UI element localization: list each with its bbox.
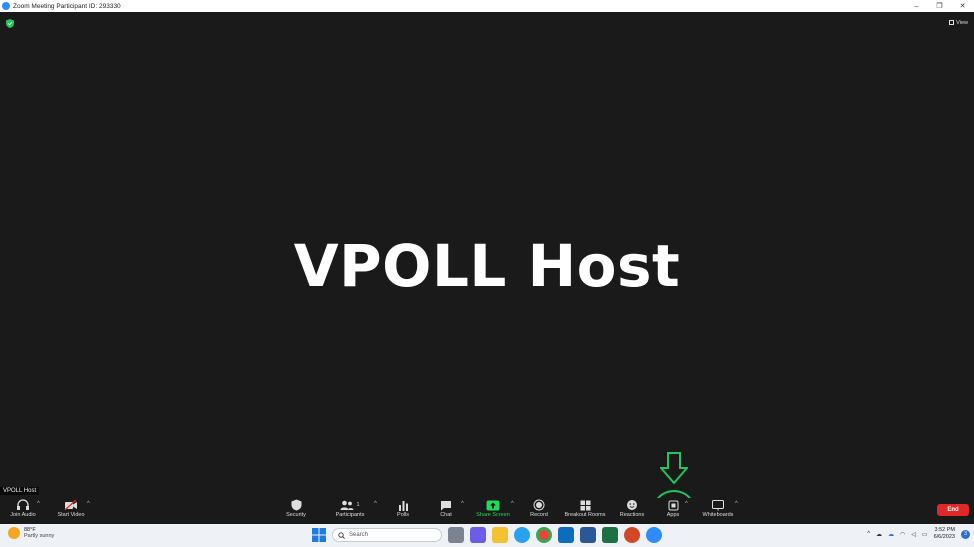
zoom-taskbar-icon[interactable]: [646, 527, 662, 543]
join-audio-button[interactable]: Join Audio: [7, 498, 39, 524]
grid-icon: [949, 20, 955, 25]
clock-time: 3:52 PM: [934, 527, 955, 533]
share-screen-arrow-icon: [486, 500, 500, 510]
security-shield-icon: [291, 499, 301, 511]
close-button[interactable]: ✕: [951, 0, 974, 12]
apps-icon: [668, 500, 678, 510]
excel-icon[interactable]: [602, 527, 618, 543]
file-explorer-icon[interactable]: [492, 527, 508, 543]
weather-widget[interactable]: 88°F Partly sunny: [8, 527, 54, 539]
window-titlebar: Zoom Meeting Participant ID: 293330 – ❐ …: [0, 0, 974, 12]
search-icon: [338, 531, 345, 539]
participants-button[interactable]: 1 Participants: [333, 498, 367, 524]
video-stage: View VPOLL Host VPOLL Host: [0, 12, 974, 498]
system-tray: ^ ☁ ☁ ◠ ◁ ▭ 3:52 PM 6/6/2023 3: [867, 527, 970, 541]
participant-name-tag: VPOLL Host: [0, 487, 40, 495]
windows-start-icon[interactable]: [312, 528, 326, 542]
record-icon: [533, 499, 545, 511]
record-label: Record: [530, 512, 548, 518]
security-button[interactable]: Security: [284, 498, 308, 524]
chat-options-caret-icon[interactable]: ^: [461, 501, 464, 507]
wifi-icon[interactable]: ◠: [900, 531, 905, 538]
participants-count: 1: [356, 502, 360, 508]
whiteboards-button[interactable]: Whiteboards: [699, 498, 737, 524]
participants-label: Participants: [335, 512, 365, 518]
video-options-caret-icon[interactable]: ^: [87, 501, 90, 507]
apps-label: Apps: [666, 512, 680, 518]
window-title: Zoom Meeting Participant ID: 293330: [13, 2, 121, 10]
windows-taskbar: 88°F Partly sunny Search ^ ☁ ☁ ◠ ◁ ▭ 3:5…: [0, 524, 974, 547]
participants-icon: [340, 500, 354, 510]
chrome-browser-icon[interactable]: [536, 527, 552, 543]
word-icon[interactable]: [580, 527, 596, 543]
task-view-icon[interactable]: [448, 527, 464, 543]
reactions-smiley-icon: [627, 500, 637, 510]
view-label: View: [956, 19, 968, 26]
video-off-icon: [64, 499, 77, 510]
onedrive-cloud-icon[interactable]: ☁: [876, 531, 882, 538]
share-options-caret-icon[interactable]: ^: [511, 501, 514, 507]
headphones-icon: [17, 499, 29, 510]
restore-button[interactable]: ❐: [928, 0, 951, 12]
apps-button[interactable]: Apps: [664, 498, 682, 524]
start-video-label: Start Video: [57, 512, 85, 518]
breakout-rooms-label: Breakout Rooms: [564, 512, 606, 518]
end-meeting-button[interactable]: End: [937, 504, 969, 516]
zoom-logo-icon: [2, 2, 10, 10]
polls-button[interactable]: Polls: [394, 498, 412, 524]
teams-chat-icon[interactable]: [470, 527, 486, 543]
down-arrow-annotation-icon: [660, 452, 688, 485]
reactions-label: Reactions: [619, 512, 645, 518]
minimize-button[interactable]: –: [905, 0, 928, 12]
chat-button[interactable]: Chat: [438, 498, 454, 524]
notification-badge[interactable]: 3: [961, 529, 970, 539]
chat-label: Chat: [440, 512, 452, 518]
start-video-button[interactable]: Start Video: [53, 498, 89, 524]
meeting-toolbar: Join Audio ^ Start Video ^ Security 1 Pa…: [0, 498, 974, 524]
join-audio-label: Join Audio: [10, 512, 36, 518]
participants-options-caret-icon[interactable]: ^: [374, 501, 377, 507]
breakout-rooms-button[interactable]: Breakout Rooms: [562, 498, 608, 524]
security-label: Security: [286, 512, 306, 518]
reactions-button[interactable]: Reactions: [618, 498, 646, 524]
view-button[interactable]: View: [949, 18, 968, 27]
partly-sunny-icon: [8, 527, 20, 539]
taskbar-search-box[interactable]: Search: [332, 528, 442, 542]
taskbar-clock[interactable]: 3:52 PM 6/6/2023: [934, 527, 955, 541]
encryption-shield-icon[interactable]: [6, 19, 14, 28]
battery-icon[interactable]: ▭: [922, 531, 928, 538]
weather-description: Partly sunny: [24, 533, 55, 539]
polls-label: Polls: [397, 512, 409, 518]
edge-browser-icon[interactable]: [514, 527, 530, 543]
clock-date: 6/6/2023: [933, 534, 955, 540]
volume-icon[interactable]: ◁: [911, 531, 916, 538]
show-hidden-icons-chevron-icon[interactable]: ^: [867, 531, 870, 537]
apps-options-caret-icon[interactable]: ^: [685, 501, 688, 507]
powerpoint-icon[interactable]: [624, 527, 640, 543]
whiteboards-options-caret-icon[interactable]: ^: [735, 501, 738, 507]
breakout-rooms-grid-icon: [580, 500, 590, 510]
record-button[interactable]: Record: [528, 498, 550, 524]
audio-options-caret-icon[interactable]: ^: [37, 501, 40, 507]
search-placeholder: Search: [349, 532, 369, 538]
participant-display-name: VPOLL Host: [293, 232, 681, 300]
onedrive-business-icon[interactable]: ☁: [888, 531, 894, 538]
polls-bar-chart-icon: [398, 500, 408, 511]
chat-bubble-icon: [441, 500, 451, 510]
share-screen-button[interactable]: Share Screen: [474, 498, 512, 524]
share-screen-label: Share Screen: [476, 512, 510, 518]
whiteboards-label: Whiteboards: [702, 512, 734, 518]
whiteboard-icon: [712, 499, 724, 510]
outlook-icon[interactable]: [558, 527, 574, 543]
